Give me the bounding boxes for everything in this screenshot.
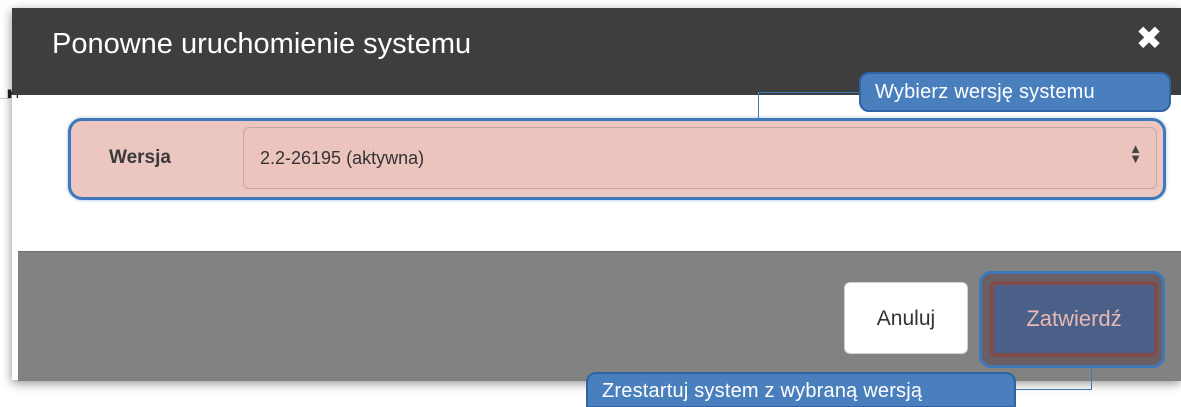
dialog-title: Ponowne uruchomienie systemu — [52, 28, 472, 60]
version-select-value: 2.2-26195 (aktywna) — [260, 148, 425, 168]
screenshot-stage: ng Ponowne uruchomienie systemu ✖ Wersja… — [0, 0, 1181, 407]
background-divider — [0, 98, 10, 99]
tooltip-restart-with-version: Zrestartuj system z wybraną wersją — [586, 372, 1016, 407]
tooltip-select-version: Wybierz wersję systemu — [859, 72, 1171, 112]
sort-arrows-icon: ▲ ▼ — [1129, 141, 1142, 166]
tooltip-connector-top — [758, 92, 860, 120]
close-icon[interactable]: ✖ — [1133, 22, 1165, 54]
version-select[interactable]: 2.2-26195 (aktywna) ▲ ▼ — [243, 127, 1157, 189]
version-form-group: Wersja 2.2-26195 (aktywna) ▲ ▼ — [68, 118, 1166, 200]
submit-button[interactable]: Zatwierdź — [990, 281, 1158, 357]
version-label: Wersja — [109, 147, 171, 168]
cancel-button[interactable]: Anuluj — [844, 282, 968, 354]
